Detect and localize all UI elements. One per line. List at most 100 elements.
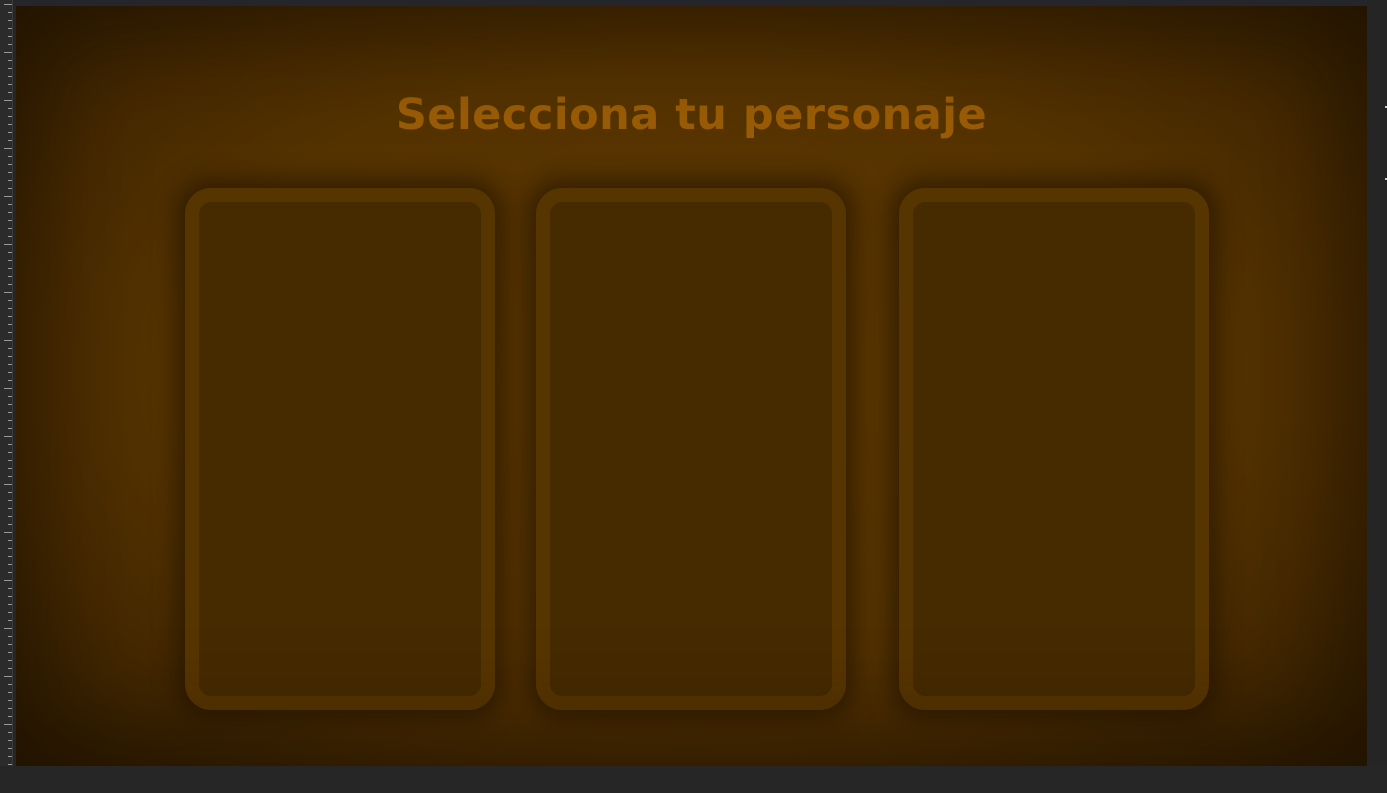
ruler-tick <box>4 436 12 437</box>
ruler-tick <box>8 36 12 37</box>
character-card-1-body <box>199 202 481 696</box>
ruler-tick <box>8 764 12 765</box>
ruler-tick <box>8 108 12 109</box>
ruler-tick <box>8 156 12 157</box>
character-card-3-body <box>913 202 1195 696</box>
ruler-tick <box>4 100 12 101</box>
ruler-tick <box>8 508 12 509</box>
ruler-tick <box>8 668 12 669</box>
ruler-tick <box>8 68 12 69</box>
ruler-tick <box>8 12 12 13</box>
ruler-tick <box>8 308 12 309</box>
ruler-tick <box>8 188 12 189</box>
ruler-tick <box>8 756 12 757</box>
ruler-tick <box>4 676 12 677</box>
ruler-tick <box>8 524 12 525</box>
character-card-1[interactable] <box>185 188 495 710</box>
ruler-tick <box>8 316 12 317</box>
ruler-tick <box>8 684 12 685</box>
character-card-2-body <box>550 202 832 696</box>
ruler-tick <box>8 348 12 349</box>
ruler-tick <box>8 28 12 29</box>
ruler-tick <box>8 356 12 357</box>
ruler-tick <box>8 212 12 213</box>
ruler-tick <box>8 500 12 501</box>
game-viewport: Selecciona tu personaje <box>16 6 1367 766</box>
ruler-tick <box>4 292 12 293</box>
ruler-tick <box>8 540 12 541</box>
ruler-tick <box>8 708 12 709</box>
ruler-tick <box>4 196 12 197</box>
ruler-tick <box>8 428 12 429</box>
ruler-tick <box>4 532 12 533</box>
ruler-tick <box>8 260 12 261</box>
ruler-tick <box>8 644 12 645</box>
vertical-ruler <box>0 0 13 793</box>
ruler-tick <box>8 556 12 557</box>
ruler-tick <box>8 268 12 269</box>
ruler-tick <box>8 252 12 253</box>
right-side-panel <box>1367 0 1387 793</box>
ruler-tick <box>8 700 12 701</box>
ruler-tick <box>8 636 12 637</box>
ruler-tick <box>8 612 12 613</box>
ruler-tick <box>4 484 12 485</box>
ruler-tick <box>8 620 12 621</box>
ruler-tick <box>4 628 12 629</box>
ruler-tick <box>8 204 12 205</box>
ruler-tick <box>8 164 12 165</box>
ruler-tick <box>4 148 12 149</box>
ruler-tick <box>8 236 12 237</box>
ruler-tick <box>8 716 12 717</box>
character-card-3[interactable] <box>899 188 1209 710</box>
ruler-tick <box>4 244 12 245</box>
ruler-tick <box>8 476 12 477</box>
ruler-tick <box>8 596 12 597</box>
ruler-tick <box>8 548 12 549</box>
ruler-tick <box>8 276 12 277</box>
ruler-tick <box>8 116 12 117</box>
ruler-tick <box>8 124 12 125</box>
ruler-tick <box>8 372 12 373</box>
ruler-tick <box>8 140 12 141</box>
ruler-tick <box>8 732 12 733</box>
ruler-tick <box>8 660 12 661</box>
ruler-tick <box>8 380 12 381</box>
bottom-status-strip <box>0 766 1387 793</box>
ruler-tick <box>4 580 12 581</box>
ruler-tick <box>4 4 12 5</box>
ruler-tick <box>8 452 12 453</box>
ruler-tick <box>8 444 12 445</box>
ruler-tick <box>8 404 12 405</box>
ruler-tick <box>8 364 12 365</box>
ruler-tick <box>4 724 12 725</box>
ruler-tick <box>8 516 12 517</box>
ruler-tick <box>8 740 12 741</box>
ruler-tick <box>8 420 12 421</box>
character-card-2[interactable] <box>536 188 846 710</box>
ruler-tick <box>8 468 12 469</box>
ruler-tick <box>8 332 12 333</box>
app-window: Selecciona tu personaje <box>0 0 1387 793</box>
ruler-tick <box>8 564 12 565</box>
ruler-tick <box>8 324 12 325</box>
ruler-tick <box>8 412 12 413</box>
ruler-tick <box>8 92 12 93</box>
ruler-tick <box>8 172 12 173</box>
ruler-tick <box>8 228 12 229</box>
page-title: Selecciona tu personaje <box>395 90 988 140</box>
ruler-tick <box>4 52 12 53</box>
ruler-tick <box>8 652 12 653</box>
ruler-tick <box>8 180 12 181</box>
ruler-tick <box>8 396 12 397</box>
ruler-tick <box>4 340 12 341</box>
ruler-tick <box>8 492 12 493</box>
ruler-tick <box>8 84 12 85</box>
ruler-tick <box>8 60 12 61</box>
ruler-tick <box>8 300 12 301</box>
ruler-tick <box>8 284 12 285</box>
ruler-tick <box>8 220 12 221</box>
ruler-tick <box>4 388 12 389</box>
ruler-tick <box>8 748 12 749</box>
ruler-tick <box>8 44 12 45</box>
